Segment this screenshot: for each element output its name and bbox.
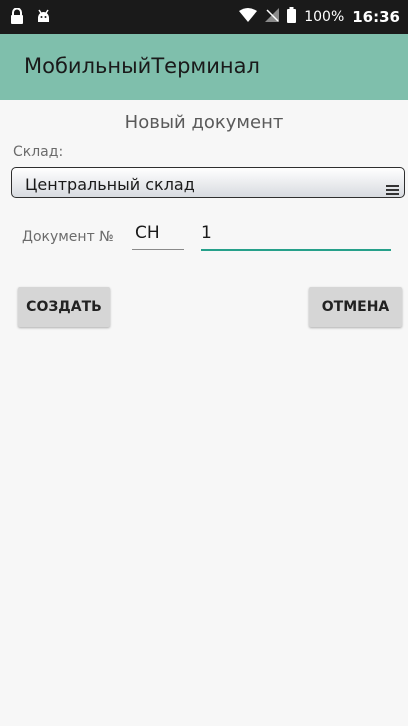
warehouse-select[interactable]: Центральный склад	[11, 167, 405, 198]
cancel-button[interactable]: ОТМЕНА	[309, 287, 402, 327]
document-number-value: 1	[201, 223, 212, 243]
document-prefix-field[interactable]: СН	[132, 223, 184, 250]
lock-icon	[10, 7, 24, 28]
status-time: 16:36	[352, 8, 400, 26]
battery-percent: 100%	[304, 9, 345, 25]
document-number-label: Документ №	[22, 229, 114, 245]
document-number-field[interactable]: 1	[201, 223, 391, 251]
no-sim-icon	[265, 8, 280, 26]
document-prefix-value: СН	[135, 223, 160, 243]
app-bar: МобильныйТерминал	[0, 34, 408, 100]
app-title: МобильныйТерминал	[24, 54, 260, 78]
android-icon	[36, 8, 51, 28]
warehouse-label: Склад:	[13, 144, 64, 160]
page-title: Новый документ	[124, 112, 284, 133]
warehouse-value: Центральный склад	[25, 175, 195, 194]
create-button[interactable]: СОЗДАТЬ	[18, 287, 110, 327]
wifi-icon	[239, 8, 258, 26]
status-bar: 100% 16:36	[0, 0, 408, 34]
dropdown-menu-icon	[386, 180, 399, 195]
battery-icon	[287, 7, 297, 27]
